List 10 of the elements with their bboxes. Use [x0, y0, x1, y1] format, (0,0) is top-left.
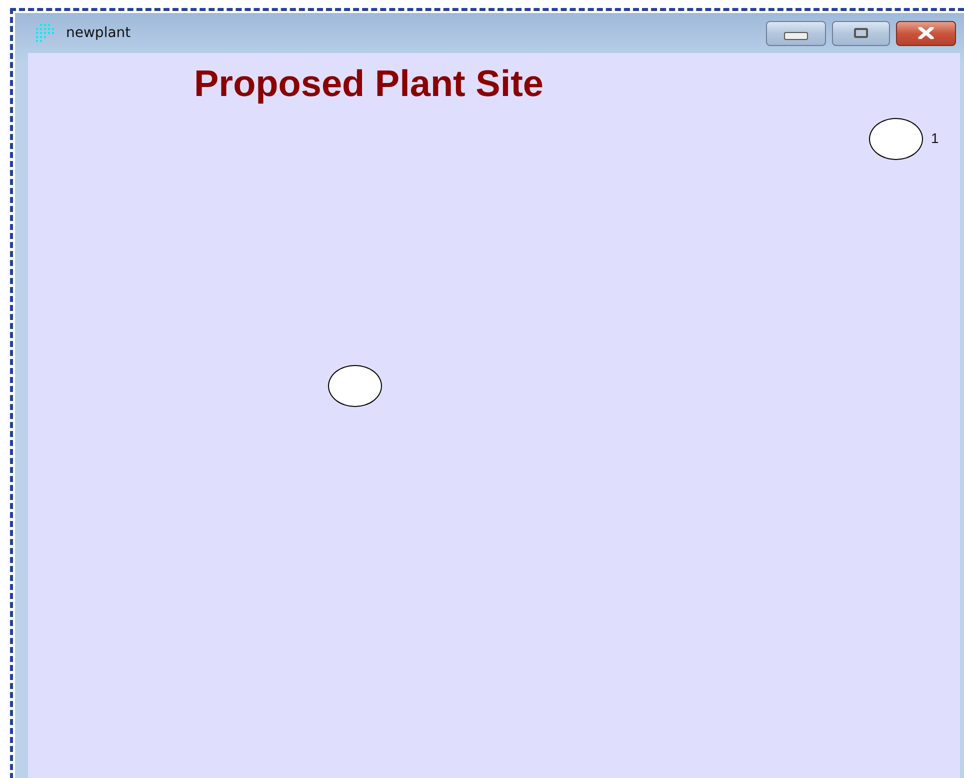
restore-button[interactable]: [832, 20, 890, 46]
grid-icon: [36, 24, 56, 42]
plot-title: Proposed Plant Site: [194, 63, 544, 105]
site-marker: [328, 365, 382, 407]
window-title: newplant: [66, 25, 131, 41]
marker-label: 1: [931, 130, 939, 146]
site-marker: [869, 118, 923, 160]
minimize-button[interactable]: [766, 20, 826, 46]
close-icon: [917, 27, 935, 39]
close-button[interactable]: [896, 20, 956, 46]
